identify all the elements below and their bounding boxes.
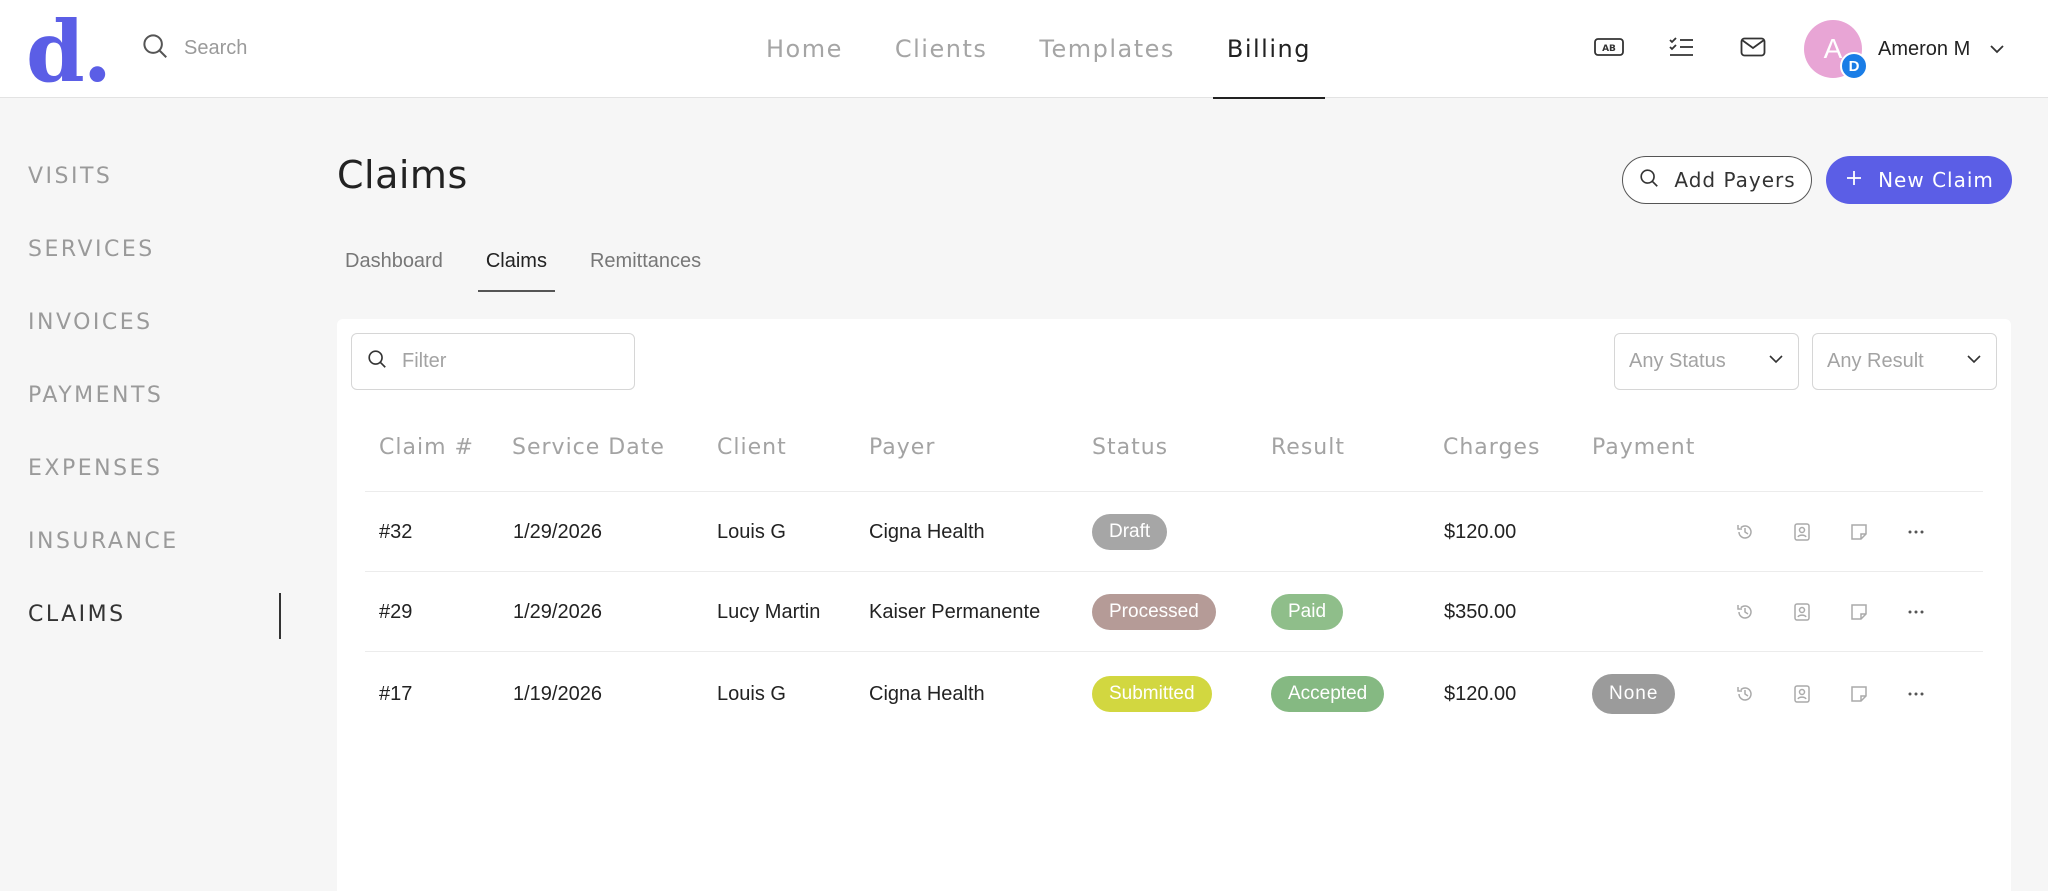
status-select[interactable]: Any Status: [1614, 333, 1799, 390]
add-payers-label: Add Payers: [1674, 168, 1796, 192]
table-row[interactable]: #17 1/19/2026 Louis G Cigna Health Submi…: [365, 651, 1983, 735]
new-claim-label: New Claim: [1878, 168, 1994, 192]
charges: $350.00: [1444, 600, 1517, 623]
nav-billing[interactable]: Billing: [1201, 0, 1337, 99]
sidebar-item-visits[interactable]: VISITS: [28, 164, 112, 189]
global-search: [140, 30, 384, 66]
row-actions: [1735, 572, 1926, 652]
more-options-icon[interactable]: [1906, 684, 1926, 704]
plus-icon: [1844, 168, 1864, 193]
result-select-value: Any Result: [1827, 350, 1924, 372]
status-badge: Submitted: [1092, 676, 1212, 712]
row-actions: [1735, 492, 1926, 572]
chevron-down-icon: [1988, 40, 2006, 58]
note-icon[interactable]: [1849, 684, 1869, 704]
user-menu[interactable]: A D Ameron M: [1804, 19, 2006, 80]
column-header-charges[interactable]: Charges: [1443, 435, 1540, 460]
svg-text:AB: AB: [1602, 44, 1616, 54]
row-actions: [1735, 652, 1926, 736]
tab-remittances[interactable]: Remittances: [582, 240, 709, 292]
note-icon[interactable]: [1849, 522, 1869, 542]
column-header-payment[interactable]: Payment: [1592, 435, 1695, 460]
history-icon[interactable]: [1735, 522, 1755, 542]
client-name: Louis G: [717, 682, 786, 705]
search-icon: [140, 31, 170, 66]
sidebar-active-indicator: [279, 593, 281, 639]
tab-dashboard[interactable]: Dashboard: [337, 240, 451, 292]
claim-number: #17: [379, 682, 413, 705]
charges: $120.00: [1444, 520, 1517, 543]
sidebar-item-claims[interactable]: CLAIMS: [28, 602, 126, 627]
sub-tabs: Dashboard Claims Remittances: [337, 240, 736, 292]
app-logo[interactable]: d.: [26, 10, 112, 94]
search-icon: [1638, 167, 1660, 194]
ab-icon[interactable]: AB: [1592, 30, 1626, 64]
main-nav: Home Clients Templates Billing: [740, 0, 1337, 99]
search-icon: [366, 348, 388, 375]
sidebar-item-services[interactable]: SERVICES: [28, 237, 155, 262]
checklist-icon[interactable]: [1664, 30, 1698, 64]
top-header: d. Home Clients Templates Billing AB A D…: [0, 0, 2048, 99]
add-payers-button[interactable]: Add Payers: [1622, 156, 1812, 204]
service-date: 1/19/2026: [513, 682, 602, 705]
claim-number: #32: [379, 520, 413, 543]
filter-input[interactable]: [402, 350, 622, 373]
user-name: Ameron M: [1878, 37, 1971, 60]
service-date: 1/29/2026: [513, 600, 602, 623]
column-header-claim[interactable]: Claim #: [379, 435, 474, 460]
avatar: A D: [1804, 20, 1868, 80]
payer-name: Cigna Health: [869, 682, 985, 705]
more-options-icon[interactable]: [1906, 602, 1926, 622]
sidebar-item-insurance[interactable]: INSURANCE: [28, 529, 179, 554]
contact-card-icon[interactable]: [1792, 602, 1812, 622]
status-select-value: Any Status: [1629, 350, 1726, 372]
status-badge: Processed: [1092, 594, 1216, 630]
payer-name: Cigna Health: [869, 520, 985, 543]
nav-home[interactable]: Home: [740, 0, 869, 98]
sidebar-item-payments[interactable]: PAYMENTS: [28, 383, 163, 408]
note-icon[interactable]: [1849, 602, 1869, 622]
result-select[interactable]: Any Result: [1812, 333, 1997, 390]
service-date: 1/29/2026: [513, 520, 602, 543]
chevron-down-icon: [1966, 350, 1982, 373]
avatar-badge: D: [1840, 52, 1868, 80]
result-badge: Paid: [1271, 594, 1344, 630]
table-row[interactable]: #32 1/29/2026 Louis G Cigna Health Draft…: [365, 491, 1983, 571]
column-header-payer[interactable]: Payer: [869, 435, 935, 460]
page-title: Claims: [337, 153, 468, 197]
claims-panel: Any Status Any Result Claim # Service Da…: [337, 319, 2011, 891]
mail-icon[interactable]: [1736, 30, 1770, 64]
payer-name: Kaiser Permanente: [869, 600, 1041, 623]
chevron-down-icon: [1768, 350, 1784, 373]
sidebar-item-invoices[interactable]: INVOICES: [28, 310, 153, 335]
column-header-service-date[interactable]: Service Date: [512, 435, 665, 460]
search-input[interactable]: [184, 36, 384, 60]
more-options-icon[interactable]: [1906, 522, 1926, 542]
table-row[interactable]: #29 1/29/2026 Lucy Martin Kaiser Permane…: [365, 571, 1983, 651]
contact-card-icon[interactable]: [1792, 522, 1812, 542]
client-name: Louis G: [717, 520, 786, 543]
result-badge: Accepted: [1271, 676, 1385, 712]
charges: $120.00: [1444, 682, 1517, 705]
sidebar: VISITS SERVICES INVOICES PAYMENTS EXPENS…: [0, 98, 280, 891]
column-header-status[interactable]: Status: [1092, 435, 1168, 460]
new-claim-button[interactable]: New Claim: [1826, 156, 2012, 204]
payment-badge: None: [1592, 674, 1676, 714]
sidebar-item-expenses[interactable]: EXPENSES: [28, 456, 162, 481]
tab-claims[interactable]: Claims: [477, 240, 556, 292]
history-icon[interactable]: [1735, 684, 1755, 704]
claim-number: #29: [379, 600, 413, 623]
status-badge: Draft: [1092, 514, 1168, 550]
filter-box: [351, 333, 635, 390]
header-actions: AB: [1592, 30, 1770, 64]
nav-templates[interactable]: Templates: [1013, 0, 1201, 98]
nav-clients[interactable]: Clients: [869, 0, 1013, 98]
column-header-result[interactable]: Result: [1271, 435, 1345, 460]
column-header-client[interactable]: Client: [717, 435, 787, 460]
history-icon[interactable]: [1735, 602, 1755, 622]
contact-card-icon[interactable]: [1792, 684, 1812, 704]
client-name: Lucy Martin: [717, 600, 821, 623]
